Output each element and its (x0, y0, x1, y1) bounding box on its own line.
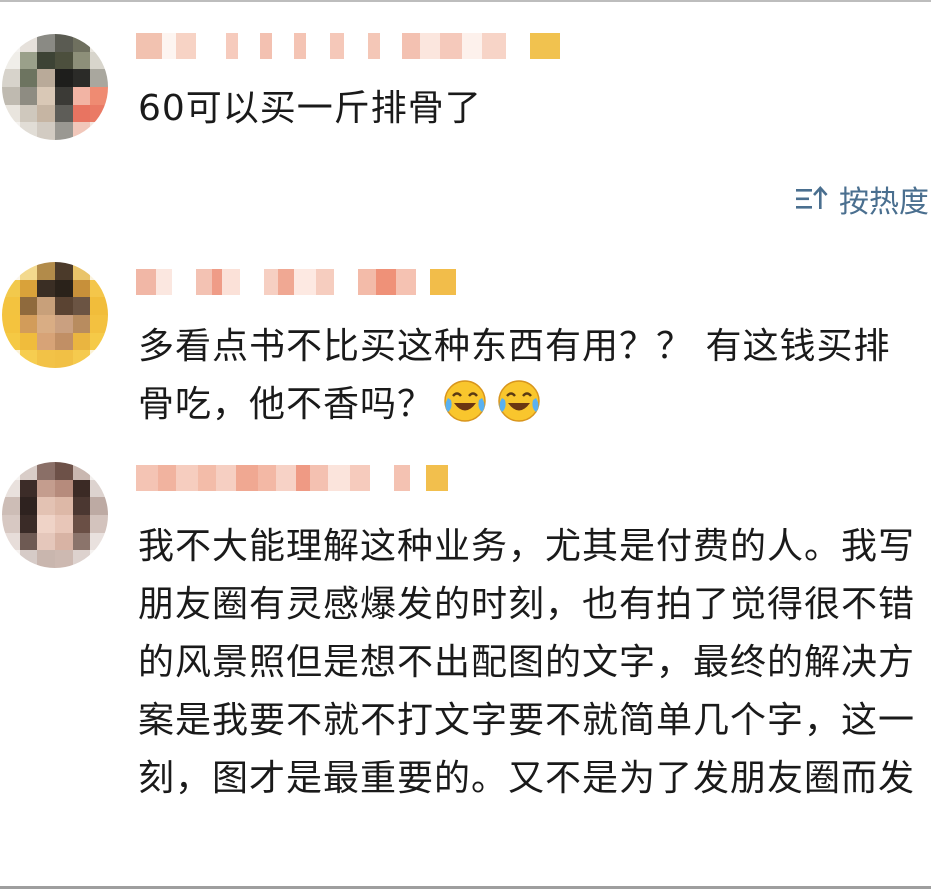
avatar[interactable] (2, 262, 108, 368)
sort-label: 按热度 (839, 185, 929, 220)
username-blurred[interactable] (136, 26, 560, 66)
sort-icon (795, 184, 829, 214)
sort-by-popularity-button[interactable]: 按热度 (795, 176, 929, 222)
avatar[interactable] (2, 34, 108, 140)
laughing-crying-emoji (496, 378, 542, 442)
laughing-crying-emoji (442, 378, 488, 442)
comment-text: 我不大能理解这种业务，尤其是付费的人。我写朋友圈有灵感爆发的时刻，也有拍了觉得很… (138, 526, 916, 799)
top-border (0, 0, 931, 2)
comment-text: 多看点书不比买这种东西有用？？ 有这钱买排骨吃，他不香吗？ (138, 318, 921, 442)
username-blurred[interactable] (136, 458, 448, 498)
username-blurred[interactable] (136, 262, 456, 302)
avatar[interactable] (2, 462, 108, 568)
comment-text: 60可以买一斤排骨了 (138, 88, 482, 129)
